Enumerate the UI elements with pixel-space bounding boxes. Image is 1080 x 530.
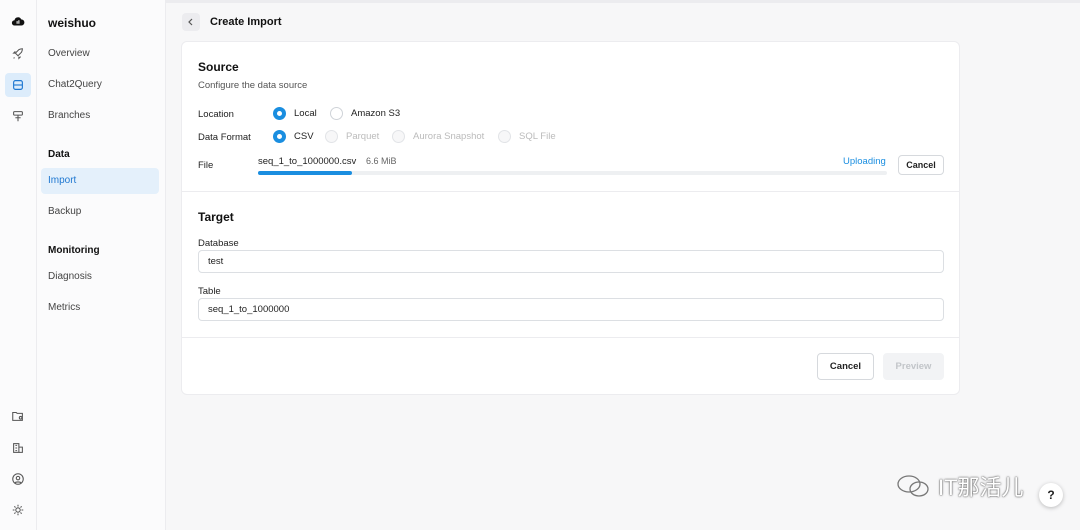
nav-item-branches[interactable]: Branches: [41, 103, 159, 129]
format-radio-sql[interactable]: SQL File: [498, 130, 556, 143]
database-icon[interactable]: [5, 73, 31, 97]
format-radio-aurora[interactable]: Aurora Snapshot: [392, 130, 484, 143]
icon-rail: [0, 0, 37, 530]
upload-progress-bar: [258, 171, 887, 175]
app-window: weishuo Overview Chat2Query Branches Dat…: [0, 0, 1080, 530]
radio-label: Amazon S3: [351, 108, 401, 119]
database-label: Database: [198, 238, 239, 249]
page-header: Create Import: [182, 12, 282, 32]
nav-item-import[interactable]: Import: [41, 168, 159, 194]
source-title: Source: [198, 60, 239, 74]
radio-label: Aurora Snapshot: [413, 131, 485, 142]
cancel-button[interactable]: Cancel: [817, 353, 874, 380]
data-format-label: Data Format: [198, 132, 251, 143]
radio-dot: [498, 130, 511, 143]
import-form-card: Source Configure the data source Locatio…: [181, 41, 960, 395]
signpost-icon[interactable]: [8, 106, 28, 126]
nav-item-diagnosis[interactable]: Diagnosis: [41, 264, 159, 290]
help-button[interactable]: ?: [1039, 483, 1063, 507]
file-name: seq_1_to_1000000.csv: [258, 156, 357, 167]
nav-section-monitoring: Monitoring: [48, 245, 100, 256]
chevron-left-icon: [188, 18, 193, 26]
file-size: 6.6 MiB: [366, 156, 397, 166]
file-label: File: [198, 160, 214, 171]
project-name[interactable]: weishuo: [48, 16, 96, 30]
location-radio-s3[interactable]: Amazon S3: [330, 107, 400, 120]
rocket-icon[interactable]: [8, 44, 28, 64]
nav-item-chat2query[interactable]: Chat2Query: [41, 72, 159, 98]
wechat-icon: [897, 475, 929, 497]
source-description: Configure the data source: [198, 80, 308, 91]
cloud-logo-icon[interactable]: [8, 12, 28, 32]
upload-progress-fill: [258, 171, 353, 175]
radio-dot: [273, 130, 286, 143]
cancel-upload-button[interactable]: Cancel: [898, 155, 944, 175]
format-radio-parquet[interactable]: Parquet: [325, 130, 379, 143]
target-title: Target: [198, 210, 234, 224]
footer-divider: [182, 337, 959, 338]
nav-section-data: Data: [48, 149, 70, 160]
back-button[interactable]: [182, 13, 200, 31]
radio-dot: [330, 107, 343, 120]
radio-label: SQL File: [519, 131, 556, 142]
radio-label: CSV: [294, 131, 314, 142]
table-label: Table: [198, 286, 221, 297]
nav-item-backup[interactable]: Backup: [41, 199, 159, 225]
location-label: Location: [198, 109, 234, 120]
user-circle-icon[interactable]: [8, 469, 28, 489]
radio-label: Local: [294, 108, 317, 119]
radio-label: Parquet: [346, 131, 380, 142]
database-input[interactable]: test: [198, 250, 944, 273]
preview-button[interactable]: Preview: [883, 353, 944, 380]
radio-dot: [392, 130, 405, 143]
table-input[interactable]: seq_1_to_1000000: [198, 298, 944, 321]
watermark-text: IT那活儿: [938, 475, 1024, 500]
nav-item-overview[interactable]: Overview: [41, 41, 159, 67]
nav-item-metrics[interactable]: Metrics: [41, 295, 159, 321]
page-title: Create Import: [210, 16, 282, 28]
upload-status: Uploading: [843, 156, 886, 167]
location-radio-local[interactable]: Local: [273, 107, 317, 120]
watermark: IT那活儿: [896, 470, 1024, 502]
format-radio-csv[interactable]: CSV: [273, 130, 314, 143]
folder-settings-icon[interactable]: [8, 406, 28, 426]
sun-icon[interactable]: [8, 500, 28, 520]
radio-dot: [325, 130, 338, 143]
building-icon[interactable]: [8, 438, 28, 458]
section-divider: [182, 191, 959, 192]
radio-dot: [273, 107, 286, 120]
nav-sidebar: weishuo Overview Chat2Query Branches Dat…: [37, 0, 166, 530]
